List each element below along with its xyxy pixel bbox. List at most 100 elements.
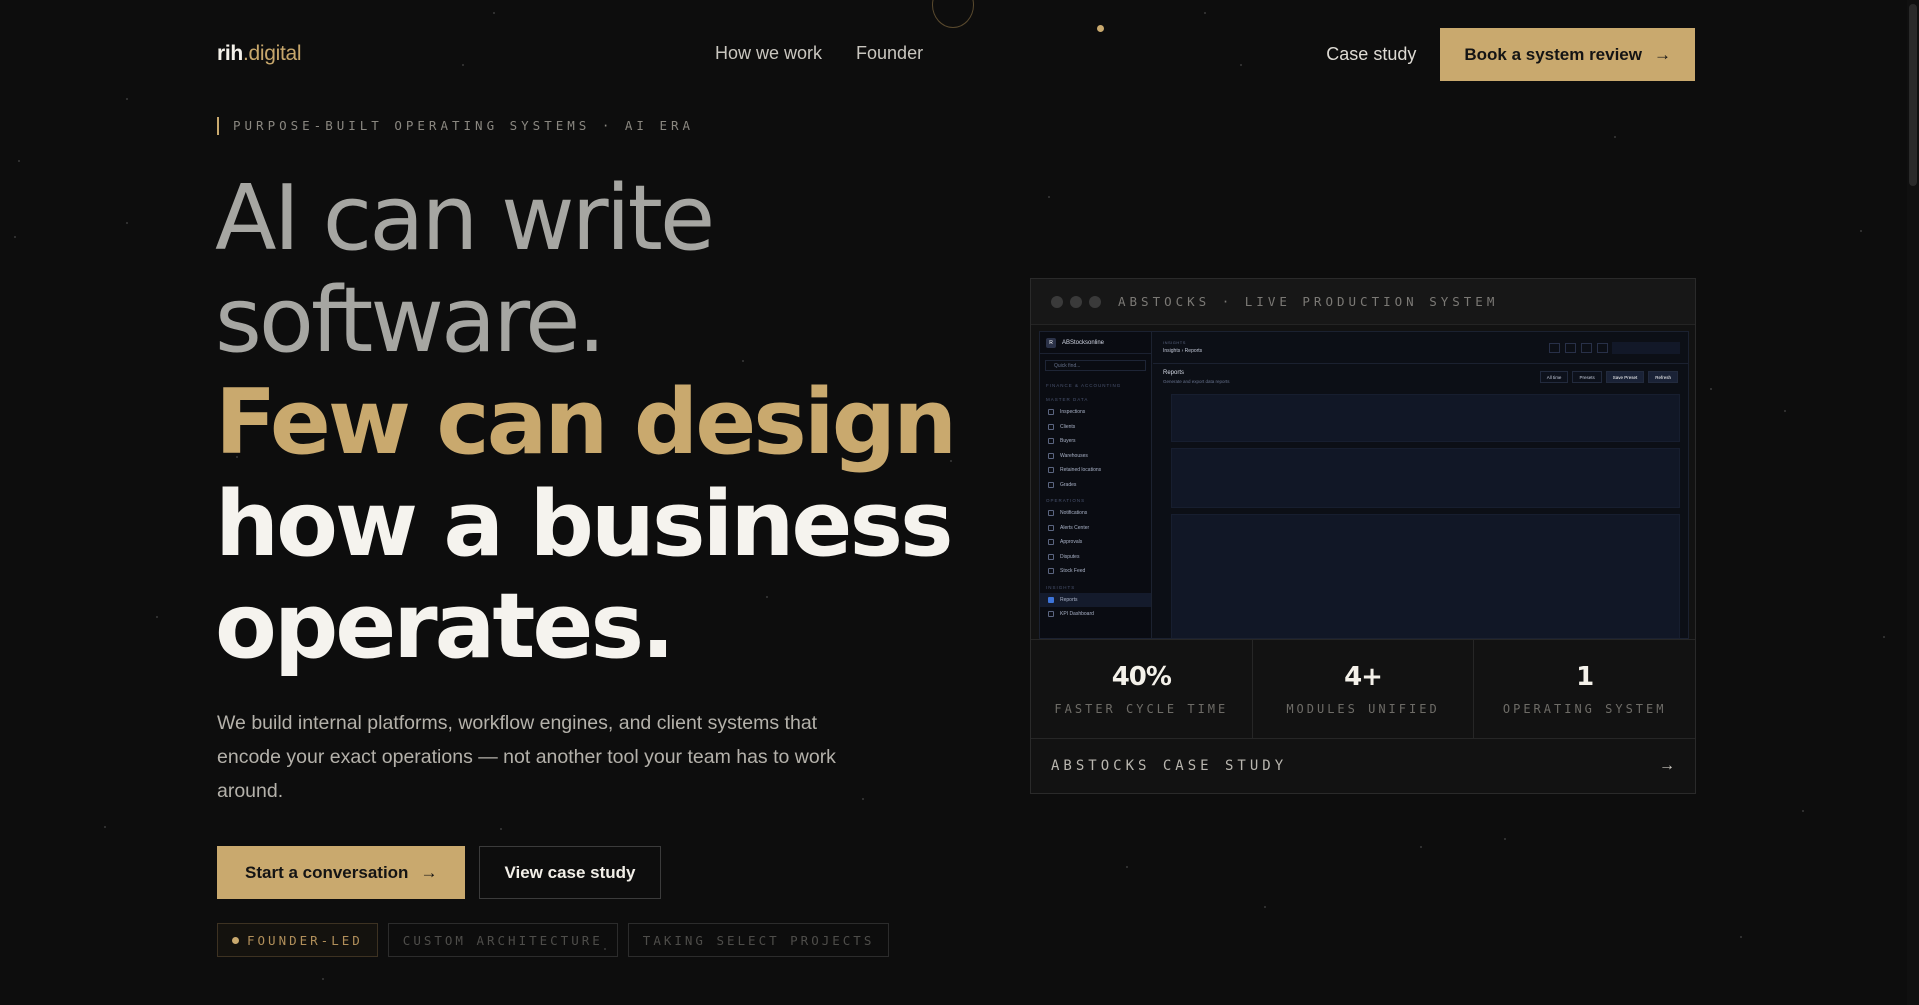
toolbar-icon <box>1581 343 1592 353</box>
screenshot-breadcrumb: Insights › Reports <box>1163 348 1203 354</box>
tag-custom-architecture: CUSTOM ARCHITECTURE <box>387 923 618 957</box>
case-stats: 40% FASTER CYCLE TIME 4+ MODULES UNIFIED… <box>1031 639 1695 739</box>
screenshot-nav-label: Disputes <box>1060 553 1080 560</box>
nav-item-icon <box>1048 467 1054 474</box>
nav-item-icon <box>1048 568 1054 575</box>
case-study-link-label: ABSTOCKS CASE STUDY <box>1051 758 1288 774</box>
hero-eyebrow: PURPOSE-BUILT OPERATING SYSTEMS · AI ERA <box>217 117 694 135</box>
screenshot-panel <box>1171 514 1680 638</box>
tag-taking-select-projects: TAKING SELECT PROJECTS <box>627 923 890 957</box>
hero-tags: FOUNDER-LED CUSTOM ARCHITECTURE TAKING S… <box>217 923 890 957</box>
nav-item-icon <box>1048 553 1054 560</box>
screenshot-topbar: INSIGHTS Insights › Reports <box>1153 332 1688 364</box>
screenshot-main: INSIGHTS Insights › Reports Reports Gene… <box>1153 332 1688 638</box>
nav-link-founder[interactable]: Founder <box>856 43 923 64</box>
page-scrollbar[interactable] <box>1907 0 1919 1005</box>
screenshot-nav-item: Notifications <box>1040 506 1151 521</box>
status-dot-icon <box>232 936 239 944</box>
screenshot-nav-item: Inspections <box>1040 405 1151 420</box>
headline-line-4: how a business <box>215 472 954 577</box>
screenshot-nav-item: Stock Feed <box>1040 564 1151 579</box>
case-study-link[interactable]: ABSTOCKS CASE STUDY → <box>1031 739 1695 793</box>
window-dot-icon <box>1070 295 1082 308</box>
screenshot-breadcrumb-top: INSIGHTS <box>1163 340 1186 345</box>
screenshot-nav-label: Notifications <box>1060 510 1088 517</box>
screenshot-sidebar: R ABStocksonline Quick find... FINANCE &… <box>1040 332 1152 638</box>
screenshot-nav-item: Retained locations <box>1040 463 1151 478</box>
toolbar-icon <box>1565 343 1576 353</box>
hero-description: We build internal platforms, workflow en… <box>217 712 836 802</box>
screenshot-btn: Save Preset <box>1605 371 1645 383</box>
screenshot-nav-item: Disputes <box>1040 550 1151 565</box>
nav-item-icon <box>1048 481 1054 488</box>
screenshot-panel <box>1171 394 1680 442</box>
screenshot-nav-label: KPI Dashboard <box>1060 611 1094 618</box>
book-review-label: Book a system review <box>1464 44 1642 64</box>
stat-modules: 4+ MODULES UNIFIED <box>1253 640 1475 738</box>
nav-item-icon <box>1048 510 1054 517</box>
screenshot-nav-item: KPI Dashboard <box>1040 607 1151 622</box>
window-dot-icon <box>1051 295 1063 308</box>
nav-item-icon <box>1048 423 1054 430</box>
toolbar-icon <box>1549 343 1560 353</box>
nav-item-icon <box>1048 452 1054 459</box>
case-study-card: ABSTOCKS · LIVE PRODUCTION SYSTEM R ABSt… <box>1030 278 1696 794</box>
logo[interactable]: rih.digital <box>217 42 302 66</box>
screenshot-btn: All time <box>1539 371 1569 383</box>
headline-line-2: software. <box>215 268 606 373</box>
book-review-button[interactable]: Book a system review → <box>1440 28 1695 81</box>
screenshot-topbar-field <box>1612 342 1680 354</box>
card-titlebar: ABSTOCKS · LIVE PRODUCTION SYSTEM <box>1031 279 1695 325</box>
stat-cycle-time: 40% FASTER CYCLE TIME <box>1031 640 1253 738</box>
screenshot-nav-label: Alerts Center <box>1060 524 1090 531</box>
scrollbar-thumb[interactable] <box>1909 4 1917 186</box>
screenshot-panel <box>1171 448 1680 508</box>
view-case-study-button[interactable]: View case study <box>479 846 661 899</box>
screenshot-nav-label: Inspections <box>1060 409 1086 416</box>
hero-headline: AI can write software. Few can design ho… <box>215 168 957 679</box>
window-dot-icon <box>1089 295 1101 308</box>
screenshot-nav-label: Approvals <box>1060 539 1083 546</box>
stat-value: 4+ <box>1344 662 1383 692</box>
screenshot-section: OPERATIONS <box>1046 498 1086 503</box>
nav-right: Case study Book a system review → <box>1326 28 1695 81</box>
screenshot-section: MASTER DATA <box>1046 397 1089 402</box>
nav-link-case-study[interactable]: Case study <box>1326 44 1416 65</box>
stat-value: 1 <box>1576 662 1594 692</box>
screenshot-search: Quick find... <box>1045 360 1146 371</box>
arrow-right-icon: → <box>1659 757 1675 774</box>
screenshot-nav-item-active: Reports <box>1040 592 1151 607</box>
arrow-right-icon: → <box>420 862 438 882</box>
hero-cta-row: Start a conversation → View case study <box>217 846 661 899</box>
screenshot-nav-label: Clients <box>1060 423 1076 430</box>
stat-operating-system: 1 OPERATING SYSTEM <box>1474 640 1695 738</box>
screenshot-nav-label: Reports <box>1060 596 1078 603</box>
top-navigation: rih.digital How we work Founder Case stu… <box>217 28 1695 81</box>
screenshot-nav-label: Buyers <box>1060 438 1076 445</box>
screenshot-brand-label: ABStocksonline <box>1062 339 1105 346</box>
screenshot-nav-item: Warehouses <box>1040 449 1151 464</box>
screenshot-page-title: Reports <box>1163 370 1185 376</box>
product-screenshot: R ABStocksonline Quick find... FINANCE &… <box>1039 331 1689 639</box>
tag-founder-led-label: FOUNDER-LED <box>247 932 363 948</box>
screenshot-brand: R ABStocksonline <box>1040 332 1151 354</box>
nav-item-icon <box>1048 438 1054 445</box>
screenshot-nav-label: Warehouses <box>1060 452 1088 459</box>
screenshot-btn: Refresh <box>1648 371 1678 383</box>
nav-item-icon <box>1048 524 1054 531</box>
tag-founder-led: FOUNDER-LED <box>217 923 378 957</box>
nav-item-icon <box>1048 539 1054 546</box>
app-logo-icon: R <box>1046 337 1056 348</box>
screenshot-btn: Presets <box>1572 371 1602 383</box>
nav-item-icon <box>1048 409 1054 416</box>
nav-item-icon <box>1048 611 1054 618</box>
screenshot-section: INSIGHTS <box>1046 584 1076 590</box>
headline-line-3: Few can design <box>215 370 957 475</box>
headline-line-5: operates. <box>215 574 675 679</box>
nav-link-how-we-work[interactable]: How we work <box>715 43 822 64</box>
start-conversation-button[interactable]: Start a conversation → <box>217 846 466 899</box>
screenshot-nav-item: Grades <box>1040 478 1151 493</box>
nav-links: How we work Founder <box>715 43 923 64</box>
screenshot-nav-label: Retained locations <box>1060 467 1102 474</box>
card-title: ABSTOCKS · LIVE PRODUCTION SYSTEM <box>1118 294 1499 309</box>
